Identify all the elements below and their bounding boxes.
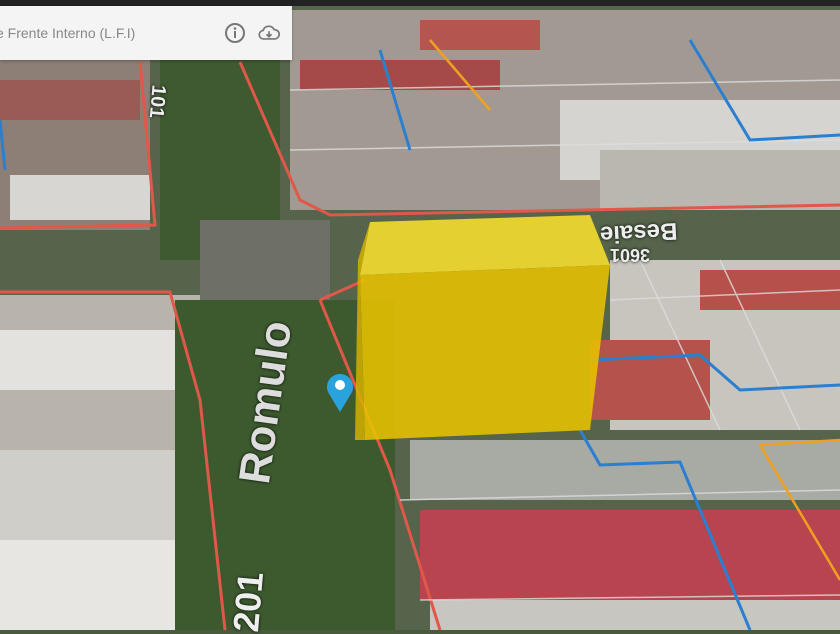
layer-panel: e Frente Interno (L.F.I) bbox=[0, 6, 292, 60]
map-3d-view[interactable] bbox=[0, 0, 840, 630]
info-icon[interactable] bbox=[224, 22, 246, 44]
cloud-download-icon[interactable] bbox=[258, 22, 280, 44]
building-volume bbox=[355, 215, 610, 440]
street-number-201: 201 bbox=[225, 570, 272, 634]
street-number-3601: 3601 bbox=[610, 245, 651, 265]
layer-title: e Frente Interno (L.F.I) bbox=[0, 25, 136, 41]
street-number-101: 101 bbox=[144, 83, 170, 120]
